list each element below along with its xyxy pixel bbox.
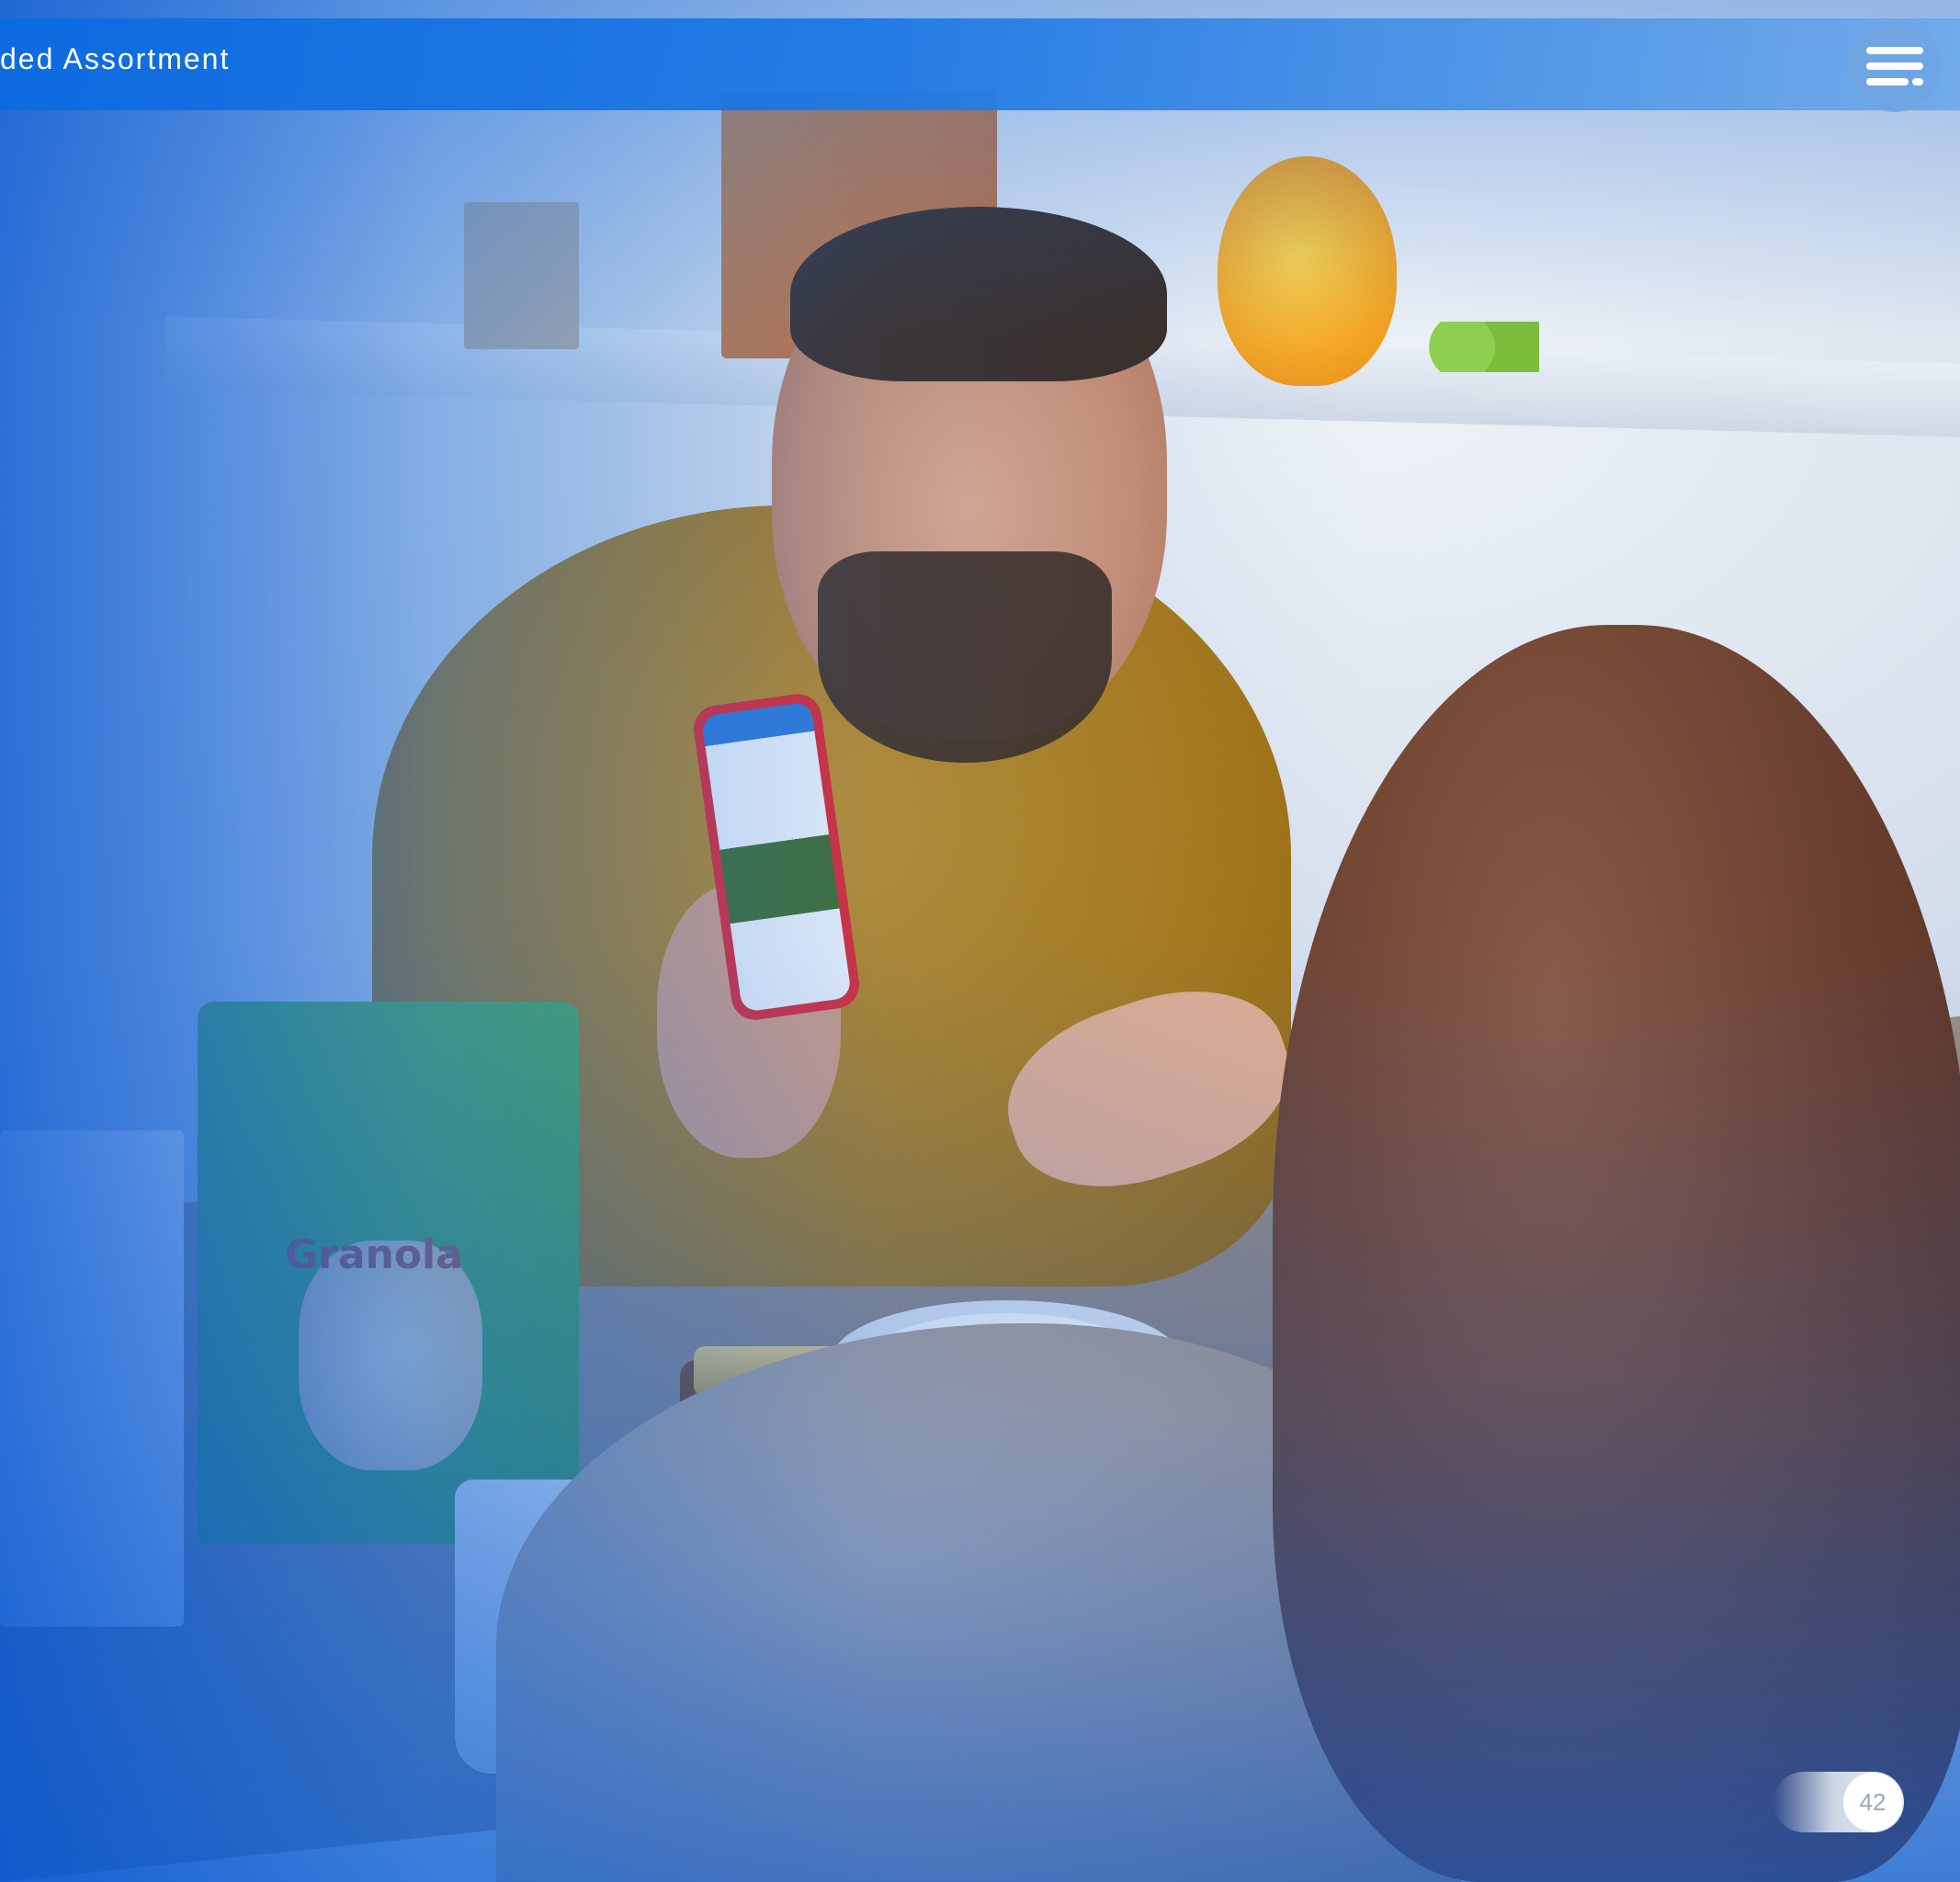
page-number: 42 <box>1843 1773 1902 1831</box>
page-title: ded Assortment <box>0 42 231 75</box>
hamburger-menu-icon <box>1866 47 1923 85</box>
knife-block <box>464 202 579 349</box>
slide-page: Granola ded Assortment 42 <box>0 0 1960 1882</box>
man-beard <box>818 551 1112 763</box>
milk-carton <box>0 1130 184 1627</box>
menu-button[interactable] <box>1849 20 1941 112</box>
limes <box>1429 322 1539 372</box>
page-indicator: 42 <box>1773 1772 1904 1832</box>
header-bar <box>0 18 1960 110</box>
granola-bag: Granola <box>198 1002 579 1544</box>
woman-hair <box>1273 625 1960 1882</box>
granola-label: Granola <box>285 1231 463 1278</box>
orange-fruit <box>1218 156 1397 386</box>
man-hair <box>790 207 1167 381</box>
background-photo: Granola <box>0 0 1960 1882</box>
